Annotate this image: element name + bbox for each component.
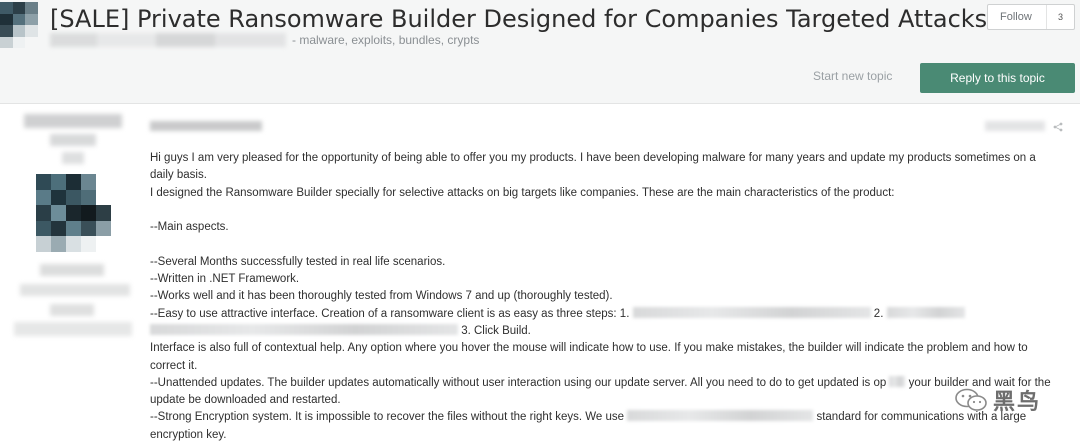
- follow-label: Follow: [1000, 11, 1032, 23]
- step-1-redacted: [632, 306, 871, 318]
- wechat-icon: [955, 388, 987, 411]
- start-new-topic-link[interactable]: Start new topic: [813, 69, 892, 83]
- follow-button[interactable]: Follow 3: [987, 4, 1075, 30]
- reply-to-topic-button[interactable]: Reply to this topic: [920, 63, 1075, 93]
- post: Hi guys I am very pleased for the opport…: [0, 104, 1080, 445]
- feature-interface-text: --Easy to use attractive interface. Crea…: [150, 307, 630, 320]
- author-meta-redacted: [50, 33, 286, 47]
- encryption-standard-redacted: [627, 410, 814, 422]
- updates-redacted: [889, 375, 906, 387]
- author-info-redacted-3: [50, 304, 94, 316]
- forum-page: [SALE] Private Ransomware Builder Design…: [0, 0, 1080, 445]
- step-2-label: 2.: [873, 307, 884, 320]
- feature-tested: --Several Months successfully tested in …: [150, 255, 446, 268]
- post-paragraph-intro: Hi guys I am very pleased for the opport…: [150, 152, 1036, 182]
- post-actions-redacted: [985, 121, 1045, 131]
- topic-header: [SALE] Private Ransomware Builder Design…: [0, 0, 1080, 104]
- post-date-redacted: [150, 121, 262, 131]
- author-name-redacted[interactable]: [24, 114, 122, 128]
- author-info-redacted-4: [14, 322, 132, 336]
- post-heading-main-aspects: --Main aspects.: [150, 221, 229, 234]
- feature-encryption: --Strong Encryption system. It is imposs…: [150, 409, 1060, 444]
- author-panel: [0, 104, 140, 445]
- feature-updates-text: --Unattended updates. The builder update…: [150, 376, 887, 389]
- page-title: [SALE] Private Ransomware Builder Design…: [50, 5, 988, 33]
- watermark-text: 黑鸟: [993, 390, 1042, 415]
- step-3-text: 3. Click Build.: [461, 324, 531, 337]
- feature-compatibility: --Works well and it has been thoroughly …: [150, 290, 613, 303]
- author-info-redacted-2: [20, 284, 130, 296]
- author-info-redacted-1: [40, 264, 104, 276]
- share-icon[interactable]: [1053, 122, 1063, 132]
- author-rank-redacted: [50, 134, 96, 146]
- feature-updates: --Unattended updates. The builder update…: [150, 375, 1060, 410]
- step-2-redacted-a: [886, 306, 965, 318]
- author-badge-redacted: [62, 152, 84, 164]
- follow-count: 3: [1046, 5, 1074, 29]
- feature-help: Interface is also full of contextual hel…: [150, 342, 1028, 372]
- author-avatar[interactable]: [36, 174, 111, 252]
- post-paragraph-builder: I designed the Ransomware Builder specia…: [150, 186, 895, 199]
- post-body: Hi guys I am very pleased for the opport…: [150, 150, 1060, 444]
- step-2-redacted-b: [150, 323, 458, 335]
- feature-encryption-text: --Strong Encryption system. It is imposs…: [150, 411, 625, 424]
- forum-tags[interactable]: - malware, exploits, bundles, crypts: [292, 33, 479, 47]
- feature-interface: --Easy to use attractive interface. Crea…: [150, 306, 1060, 341]
- header-avatar[interactable]: [0, 2, 38, 48]
- watermark: 黑鸟: [955, 384, 1075, 415]
- feature-dotnet: --Written in .NET Framework.: [150, 273, 300, 286]
